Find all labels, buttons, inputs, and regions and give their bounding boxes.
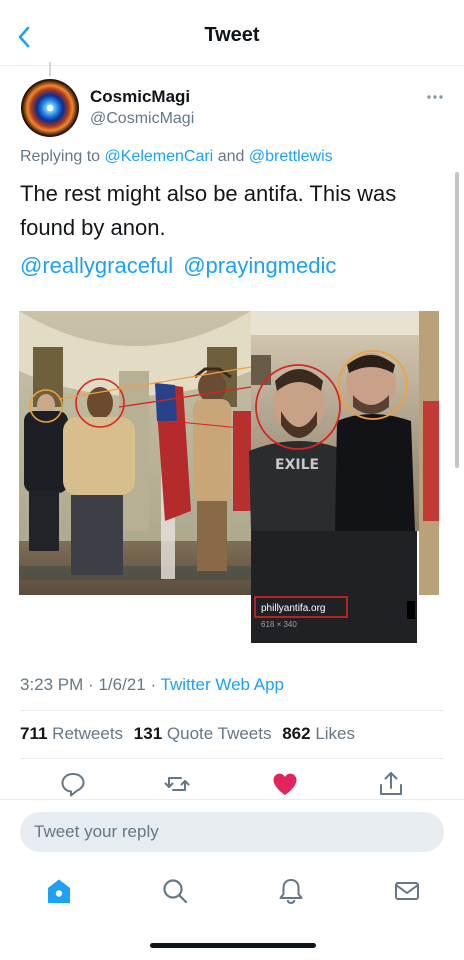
replying-to: Replying to @KelemenCari and @brettlewis — [20, 148, 333, 166]
tab-bar — [0, 860, 464, 920]
divider — [20, 758, 444, 759]
replying-to-joiner: and — [217, 148, 245, 165]
meta-separator: · — [88, 675, 94, 694]
media-photo-right: EXILE — [249, 311, 427, 531]
replying-to-prefix: Replying to — [20, 148, 101, 165]
caption-link: phillyantifa.org — [261, 603, 325, 614]
notifications-icon[interactable] — [276, 876, 306, 906]
home-indicator[interactable] — [150, 943, 316, 948]
retweets-stat[interactable]: 711 Retweets — [20, 724, 123, 743]
share-icon[interactable] — [376, 769, 406, 799]
likes-stat[interactable]: 862 Likes — [282, 724, 355, 743]
like-icon[interactable] — [270, 769, 300, 799]
meta-separator: · — [150, 675, 157, 694]
avatar[interactable] — [21, 79, 79, 137]
retweet-icon[interactable] — [162, 769, 192, 799]
home-icon[interactable] — [44, 876, 74, 906]
tweet-media[interactable]: EXILE phillyantifa.org 618 × 340 — [19, 311, 439, 643]
reply-mention-link[interactable]: @KelemenCari — [105, 148, 214, 165]
action-bar — [0, 765, 464, 803]
author-name[interactable]: CosmicMagi — [90, 87, 190, 107]
tweet-mentions: @reallygraceful @prayingmedic — [20, 253, 336, 279]
shirt-print: EXILE — [275, 457, 319, 473]
quote-tweets-stat[interactable]: 131 Quote Tweets — [134, 724, 272, 743]
thread-connector — [49, 62, 51, 76]
page-title: Tweet — [204, 24, 260, 46]
search-icon[interactable] — [160, 876, 190, 906]
reply-icon[interactable] — [58, 769, 88, 799]
scrollbar[interactable] — [455, 172, 459, 468]
reply-composer: Tweet your reply — [0, 799, 464, 869]
caption-dims: 618 × 340 — [261, 620, 297, 629]
mention-link[interactable]: @prayingmedic — [183, 253, 336, 278]
divider — [20, 710, 444, 711]
tweet-text: The rest might also be antifa. This was … — [20, 181, 397, 240]
tweet-source[interactable]: Twitter Web App — [161, 675, 284, 694]
media-photo-left — [19, 311, 252, 595]
author-handle[interactable]: @CosmicMagi — [90, 110, 194, 128]
more-options-icon[interactable] — [423, 88, 447, 106]
tweet-time: 3:23 PM — [20, 675, 84, 694]
mention-link[interactable]: @reallygraceful — [20, 253, 173, 278]
reply-mention-link[interactable]: @brettlewis — [249, 148, 333, 165]
tweet-date: 1/6/21 — [98, 675, 146, 694]
tweet-meta: 3:23 PM · 1/6/21 · Twitter Web App — [20, 675, 284, 695]
top-bar: Tweet — [0, 0, 464, 66]
reply-input[interactable]: Tweet your reply — [20, 812, 444, 852]
tweet-stats: 711 Retweets 131 Quote Tweets 862 Likes — [20, 724, 355, 744]
messages-icon[interactable] — [392, 876, 422, 906]
